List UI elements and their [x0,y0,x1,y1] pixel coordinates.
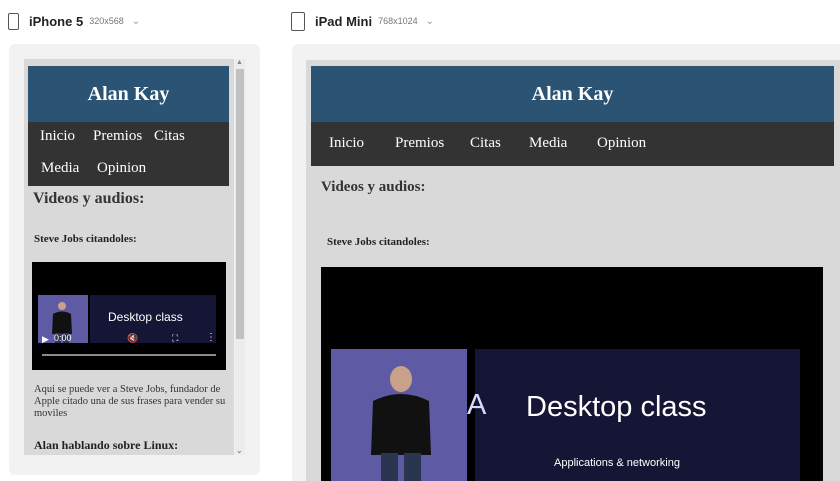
nav-item-media[interactable]: Media [529,135,567,152]
site-nav: Inicio Premios Citas Media Opinion [311,122,834,166]
video-player[interactable]: A Desktop class Applications & networkin… [321,267,823,481]
ipad-viewport[interactable]: Alan Kay Inicio Premios Citas Media Opin… [306,60,840,481]
video2-title: Alan hablando sobre Linux: [34,438,179,452]
presenter-figure [371,366,431,481]
iphone-device-selector[interactable]: iPhone 5 320x568 ⌄ [8,8,140,34]
nav-item-inicio[interactable]: Inicio [40,128,75,145]
video-title: Steve Jobs citandoles: [327,236,430,248]
device-size: 768x1024 [378,16,418,26]
site-nav: Inicio Premios Citas Media Opinion [28,122,229,186]
slide-letter: A [467,389,487,421]
nav-item-inicio[interactable]: Inicio [329,135,364,152]
section-title: Videos y audios: [321,179,426,195]
ipad-device-selector[interactable]: iPad Mini 768x1024 ⌄ [291,8,434,34]
nav-item-opinion[interactable]: Opinion [97,160,146,177]
chevron-down-icon[interactable]: ⌄ [426,16,434,27]
device-size: 320x568 [89,16,124,26]
section-title: Videos y audios: [33,190,145,207]
site-title: Alan Kay [28,66,229,122]
slide-subtitle: Applications & networking [554,457,680,469]
more-icon[interactable]: ⋮ [206,332,216,343]
video-title: Steve Jobs citandoles: [34,233,137,245]
play-icon[interactable]: ▶ [42,334,49,345]
iphone-viewport[interactable]: Alan Kay Inicio Premios Citas Media Opin… [24,59,234,455]
video-progress-bar[interactable] [42,354,216,356]
slide-text: Desktop class [108,310,183,324]
scrollbar-thumb[interactable] [236,69,244,339]
site-title: Alan Kay [311,66,834,122]
nav-item-premios[interactable]: Premios [93,128,142,145]
tablet-icon [291,11,305,31]
video-time: 0:00 [54,333,72,343]
nav-item-premios[interactable]: Premios [395,135,444,152]
nav-item-opinion[interactable]: Opinion [597,135,646,152]
nav-item-citas[interactable]: Citas [470,135,501,152]
slide-text: Desktop class [526,391,707,423]
fullscreen-icon[interactable]: ⛶ [172,333,178,344]
mute-icon[interactable]: 🔇 [127,333,138,344]
scroll-down-icon[interactable]: ⌄ [236,446,243,455]
video-player[interactable]: Desktop class ▶ 0:00 🔇 ⛶ ⋮ [32,262,226,370]
scroll-up-icon[interactable]: ▲ [236,59,243,66]
video-caption: Aqui se puede ver a Steve Jobs, fundador… [34,384,226,419]
device-name: iPhone 5 [29,13,84,29]
device-name: iPad Mini [315,13,373,29]
iphone-scrollbar[interactable]: ▲ ⌄ [235,59,245,455]
nav-item-media[interactable]: Media [41,160,79,177]
phone-icon [8,12,19,30]
nav-item-citas[interactable]: Citas [154,128,185,145]
chevron-down-icon[interactable]: ⌄ [132,16,140,27]
